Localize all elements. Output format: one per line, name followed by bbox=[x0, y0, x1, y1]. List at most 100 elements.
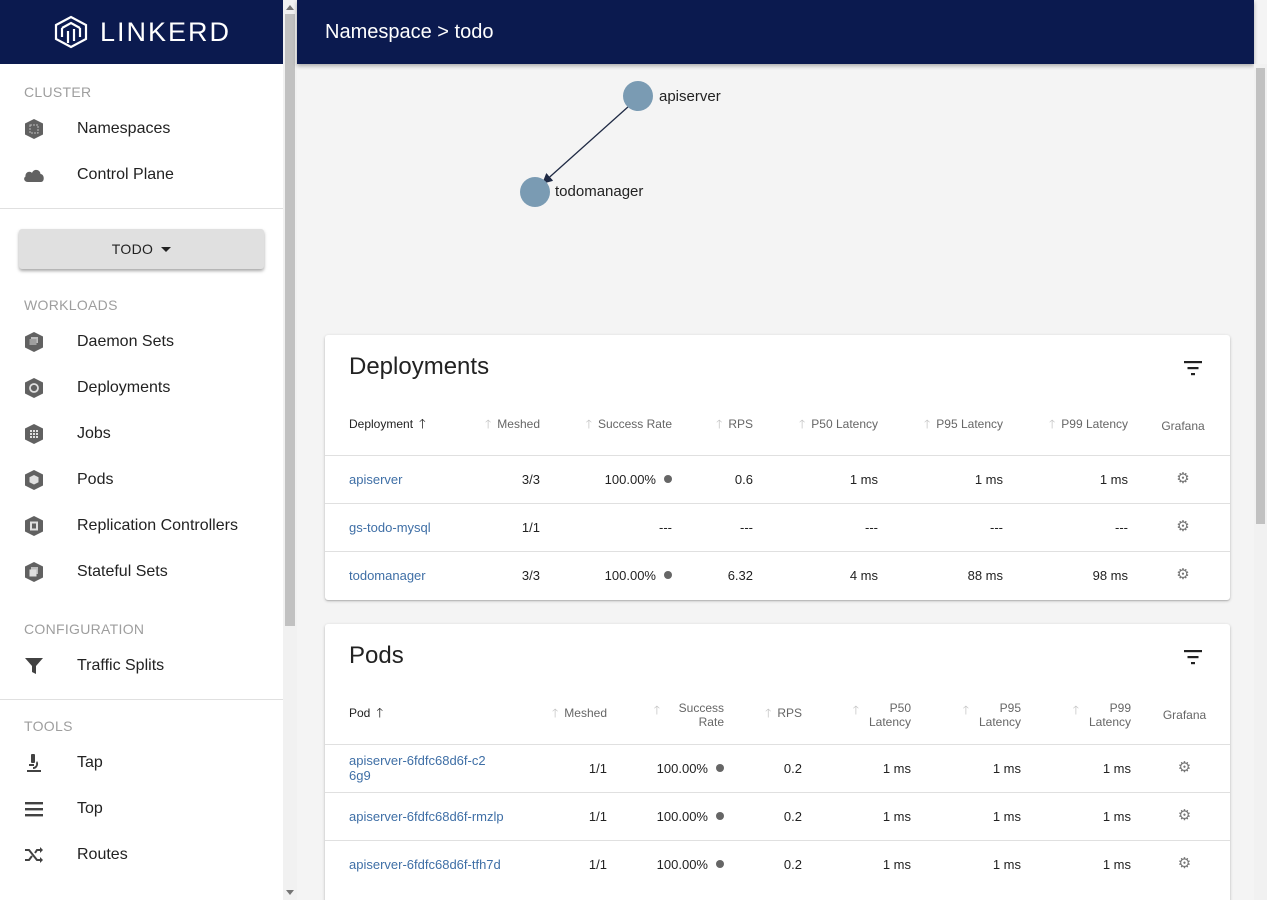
deployment-link[interactable]: gs-todo-mysql bbox=[325, 502, 475, 551]
column-header-meshed[interactable]: 🡑 Meshed bbox=[515, 686, 615, 744]
pod-link[interactable]: apiserver-6fdfc68d6f-tfh7d bbox=[325, 839, 515, 888]
nav-item-label: Top bbox=[77, 800, 103, 817]
column-header-p99[interactable]: 🡑 P99 Latency bbox=[1029, 686, 1139, 744]
main-scrollbar[interactable] bbox=[1254, 64, 1267, 900]
cell-grafana: ⚙ bbox=[1139, 791, 1230, 840]
sidebar-scrollbar[interactable] bbox=[283, 0, 297, 900]
cell-p99: --- bbox=[1011, 502, 1136, 551]
column-header-rps[interactable]: 🡑 RPS bbox=[680, 397, 761, 455]
card-title: Deployments bbox=[349, 353, 490, 380]
pod-link[interactable]: apiserver-6fdfc68d6f-rmzlp bbox=[325, 791, 515, 840]
nav-item-daemon-sets[interactable]: Daemon Sets bbox=[0, 319, 283, 365]
daemonset-icon bbox=[22, 330, 46, 354]
column-header-p95[interactable]: 🡑 P95 Latency bbox=[886, 397, 1011, 455]
cell-grafana: ⚙ bbox=[1139, 839, 1230, 888]
deployment-link[interactable]: apiserver bbox=[325, 454, 475, 503]
nav-item-tap[interactable]: Tap bbox=[0, 740, 283, 786]
microscope-icon bbox=[22, 751, 46, 775]
deployments-table: Deployment 🡑 🡑 Meshed 🡑 Success Rate 🡑 RPS 🡑… bbox=[325, 397, 1230, 599]
column-header-label: Pod bbox=[349, 705, 371, 720]
logo-bar[interactable]: LINKERD bbox=[0, 0, 283, 64]
arrow-up-icon: 🡑 bbox=[765, 706, 772, 721]
nav-item-traffic-splits[interactable]: Traffic Splits bbox=[0, 643, 283, 689]
success-rate-value: 100.00% bbox=[656, 856, 708, 872]
nav-item-label: Traffic Splits bbox=[77, 657, 165, 674]
scroll-up-arrow-icon[interactable] bbox=[286, 5, 294, 10]
filter-funnel-icon bbox=[22, 654, 46, 678]
nav-item-routes[interactable]: Routes bbox=[0, 832, 283, 878]
column-header-p50[interactable]: 🡑 P50 Latency bbox=[761, 397, 886, 455]
column-header-label: P50 Latency bbox=[868, 700, 911, 729]
arrow-up-icon: 🡑 bbox=[653, 702, 660, 717]
list-icon bbox=[22, 797, 46, 821]
column-header-label: P50 Latency bbox=[811, 417, 878, 432]
nav-item-pods[interactable]: Pods bbox=[0, 457, 283, 503]
cell-p95: 88 ms bbox=[886, 550, 1011, 599]
graph-canvas: apiserver todomanager bbox=[520, 81, 721, 207]
cell-p99: 1 ms bbox=[1029, 839, 1139, 888]
scroll-down-arrow-icon[interactable] bbox=[286, 890, 294, 895]
cell-p50: 4 ms bbox=[761, 550, 886, 599]
cell-grafana: ⚙ bbox=[1136, 454, 1230, 503]
nav-item-label: Namespaces bbox=[77, 120, 171, 137]
column-header-p99[interactable]: 🡑 P99 Latency bbox=[1011, 397, 1136, 455]
graph-node-apiserver[interactable] bbox=[623, 81, 653, 111]
pod-link[interactable]: apiserver-6fdfc68d6f-c26g9 bbox=[325, 743, 515, 792]
graph-node-label: todomanager bbox=[555, 183, 643, 200]
nav-item-label: Deployments bbox=[77, 379, 171, 396]
sidebar: LINKERD CLUSTER Namespaces Control Plane… bbox=[0, 0, 283, 900]
cell-meshed: 1/1 bbox=[475, 502, 548, 551]
page-title: Namespace > todo bbox=[325, 20, 494, 43]
arrow-up-icon: 🡑 bbox=[1049, 417, 1056, 432]
column-header-success-rate[interactable]: 🡑 Success Rate bbox=[615, 686, 732, 744]
sidebar-scrollbar-thumb[interactable] bbox=[285, 14, 295, 626]
nav-item-jobs[interactable]: Jobs bbox=[0, 411, 283, 457]
statefulset-icon bbox=[22, 560, 46, 584]
column-header-label: P99 Latency bbox=[1061, 417, 1128, 432]
column-header-rps[interactable]: 🡑 RPS bbox=[732, 686, 810, 744]
cell-p50: 1 ms bbox=[810, 743, 919, 792]
nav-item-replication-controllers[interactable]: Replication Controllers bbox=[0, 503, 283, 549]
grafana-icon[interactable]: ⚙ bbox=[1175, 471, 1191, 487]
arrow-up-icon: 🡑 bbox=[585, 417, 592, 432]
cell-meshed: 1/1 bbox=[515, 743, 615, 792]
graph-node-todomanager[interactable] bbox=[520, 177, 550, 207]
column-header-deployment[interactable]: Deployment 🡑 bbox=[325, 397, 475, 455]
column-header-meshed[interactable]: 🡑 Meshed bbox=[475, 397, 548, 455]
grafana-icon[interactable]: ⚙ bbox=[1177, 760, 1193, 776]
cell-p50: 1 ms bbox=[810, 791, 919, 840]
grafana-icon[interactable]: ⚙ bbox=[1177, 808, 1193, 824]
nav-item-top[interactable]: Top bbox=[0, 786, 283, 832]
column-header-success-rate[interactable]: 🡑 Success Rate bbox=[548, 397, 680, 455]
nav-item-stateful-sets[interactable]: Stateful Sets bbox=[0, 549, 283, 595]
cell-rps: 6.32 bbox=[680, 550, 761, 599]
column-header-p50[interactable]: 🡑 P50 Latency bbox=[810, 686, 919, 744]
cell-success-rate: 100.00% bbox=[615, 839, 732, 888]
namespace-graph: apiserver todomanager bbox=[297, 64, 1254, 324]
filter-list-icon[interactable] bbox=[1182, 359, 1204, 377]
arrow-up-icon: 🡑 bbox=[799, 417, 806, 432]
cell-success-rate: 100.00% bbox=[615, 743, 732, 792]
grafana-icon[interactable]: ⚙ bbox=[1175, 519, 1191, 535]
table-row: apiserver-6fdfc68d6f-rmzlp 1/1 100.00% 0… bbox=[325, 791, 1230, 840]
nav-item-control-plane[interactable]: Control Plane bbox=[0, 152, 283, 198]
table-row: todomanager 3/3 100.00% 6.32 4 ms 88 ms … bbox=[325, 550, 1230, 599]
nav-item-namespaces[interactable]: Namespaces bbox=[0, 106, 283, 152]
grafana-icon[interactable]: ⚙ bbox=[1177, 856, 1193, 872]
namespace-select[interactable]: TODO bbox=[19, 229, 264, 269]
column-header-p95[interactable]: 🡑 P95 Latency bbox=[919, 686, 1029, 744]
cell-grafana: ⚙ bbox=[1139, 743, 1230, 792]
cell-p99: 1 ms bbox=[1029, 743, 1139, 792]
nav-item-deployments[interactable]: Deployments bbox=[0, 365, 283, 411]
pod-name: apiserver-6fdfc68d6f-c26g9 bbox=[349, 753, 486, 783]
column-header-pod[interactable]: Pod 🡑 bbox=[325, 686, 515, 744]
app-header: Namespace > todo bbox=[297, 0, 1254, 64]
main-scrollbar-thumb[interactable] bbox=[1256, 68, 1265, 524]
grafana-icon[interactable]: ⚙ bbox=[1175, 567, 1191, 583]
section-title-configuration: CONFIGURATION bbox=[24, 621, 145, 637]
filter-list-icon[interactable] bbox=[1182, 648, 1204, 666]
card-title: Pods bbox=[349, 642, 404, 669]
cell-p95: 1 ms bbox=[919, 839, 1029, 888]
deployment-link[interactable]: todomanager bbox=[325, 550, 475, 599]
status-dot bbox=[664, 571, 672, 580]
